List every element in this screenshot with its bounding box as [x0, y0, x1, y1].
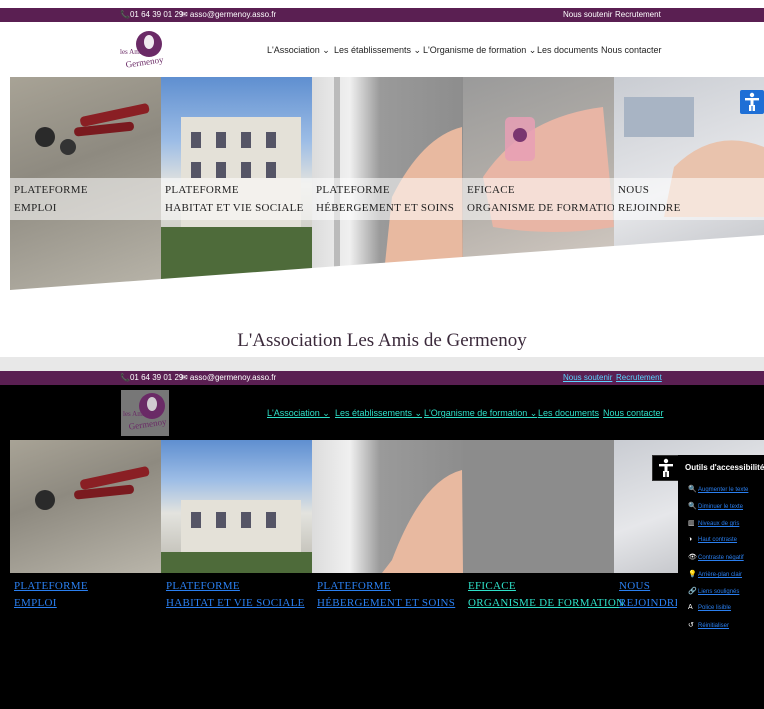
nav-etablissements[interactable]: Les établissements ⌄	[334, 45, 421, 56]
tool-decrease-text[interactable]: 🔍Diminuer le texte	[688, 502, 743, 510]
panel-line2: EMPLOI	[14, 202, 57, 214]
screenshot-divider	[0, 357, 764, 371]
panel-line1[interactable]: NOUS	[619, 580, 650, 592]
svg-text:les Amis de: les Amis de	[120, 48, 153, 56]
nav-association[interactable]: L'Association ⌄	[267, 408, 330, 419]
nav-documents[interactable]: Les documents	[537, 45, 598, 55]
accessibility-button[interactable]	[652, 455, 680, 481]
recruit-link[interactable]: Recrutement	[616, 373, 662, 382]
link-icon: 🔗	[688, 588, 697, 595]
nav-formation[interactable]: L'Organisme de formation ⌄	[424, 408, 537, 419]
accessibility-toolbar: Outils d'accessibilité 🔍Augmenter le tex…	[678, 455, 764, 641]
support-link[interactable]: Nous soutenir	[563, 373, 612, 382]
tool-negative-contrast[interactable]: 👁Contraste négatif	[688, 553, 744, 561]
top-bar: 📞01 64 39 01 29 ✉ asso@germenoy.asso.fr …	[0, 8, 764, 22]
reset-icon: ↺	[688, 622, 694, 629]
panel-line1: PLATEFORME	[165, 184, 239, 196]
panel-line1[interactable]: PLATEFORME	[14, 580, 88, 592]
panel-line1[interactable]: PLATEFORME	[166, 580, 240, 592]
panel-line1: PLATEFORME	[14, 184, 88, 196]
panel-line2: HABITAT ET VIE SOCIALE	[165, 202, 304, 214]
tool-reset[interactable]: ↺ Réinitialiser	[688, 621, 729, 629]
nav-documents[interactable]: Les documents	[538, 408, 599, 418]
tool-grayscale[interactable]: ▥ Niveaux de gris	[688, 519, 739, 527]
nav-association[interactable]: L'Association ⌄	[267, 45, 330, 56]
tool-light-background[interactable]: 💡Arrière-plan clair	[688, 570, 742, 578]
panel-line1[interactable]: EFICACE	[468, 580, 516, 592]
top-bar-contrast: 📞01 64 39 01 29 ✉ asso@germenoy.asso.fr …	[0, 371, 764, 385]
svg-text:les Amis de: les Amis de	[123, 410, 156, 418]
font-icon: A	[688, 604, 693, 611]
site-logo[interactable]: les Amis de Germenoy	[118, 28, 166, 74]
zoom-out-icon: 🔍	[688, 503, 697, 510]
nav-contact[interactable]: Nous contacter	[601, 45, 662, 55]
panel-line2: ORGANISME DE FORMATION	[467, 202, 614, 214]
email-link[interactable]: ✉ asso@germenoy.asso.fr	[181, 10, 276, 19]
panel-line2[interactable]: HÉBERGEMENT ET SOINS	[317, 597, 455, 609]
panel-line2[interactable]: EMPLOI	[14, 597, 57, 609]
panel-line2[interactable]: REJOINDRE	[619, 597, 677, 609]
accessibility-icon	[745, 92, 759, 111]
nav-etablissements[interactable]: Les établissements ⌄	[335, 408, 422, 419]
zoom-in-icon: 🔍	[688, 486, 697, 493]
tool-readable-font[interactable]: A Police lisible	[688, 604, 731, 611]
email-link[interactable]: ✉ asso@germenoy.asso.fr	[181, 373, 276, 382]
panel-eficace[interactable]	[463, 440, 614, 573]
panel-line1[interactable]: PLATEFORME	[317, 580, 391, 592]
support-link[interactable]: Nous soutenir	[563, 10, 612, 19]
accessibility-button[interactable]	[740, 90, 764, 114]
panel-hebergement[interactable]	[312, 440, 463, 573]
tool-increase-text[interactable]: 🔍Augmenter le texte	[688, 485, 748, 493]
bulb-icon: 💡	[688, 571, 697, 578]
panel-line1: PLATEFORME	[316, 184, 390, 196]
panel-line1: NOUS	[618, 184, 650, 196]
svg-text:Germenoy: Germenoy	[125, 54, 165, 69]
tool-underline-links[interactable]: 🔗Liens soulignés	[688, 587, 739, 595]
nav-formation[interactable]: L'Organisme de formation ⌄	[423, 45, 536, 56]
toolbar-title: Outils d'accessibilité	[685, 463, 764, 472]
section-title: L'Association Les Amis de Germenoy	[237, 330, 527, 351]
phone-link[interactable]: 📞01 64 39 01 29	[120, 373, 183, 382]
phone-link[interactable]: 📞01 64 39 01 29	[120, 10, 183, 19]
panel-line2[interactable]: HABITAT ET VIE SOCIALE	[166, 597, 305, 609]
nav-contact[interactable]: Nous contacter	[603, 408, 664, 418]
panel-emploi[interactable]	[10, 440, 161, 573]
svg-text:Germenoy: Germenoy	[128, 416, 168, 431]
grayscale-icon: ▥	[688, 520, 695, 527]
hero-slider-contrast	[10, 440, 764, 573]
panel-habitat[interactable]	[161, 440, 312, 573]
recruit-link[interactable]: Recrutement	[615, 10, 661, 19]
panel-line2: HÉBERGEMENT ET SOINS	[316, 202, 455, 214]
site-logo[interactable]: les Amis de Germenoy	[121, 390, 169, 436]
panel-line1: EFICACE	[467, 184, 515, 196]
panel-line2: REJOINDRE	[618, 202, 681, 214]
contrast-icon: ◑	[688, 536, 693, 543]
eye-icon: 👁	[688, 554, 697, 561]
accessibility-icon	[659, 458, 673, 477]
tool-high-contrast[interactable]: ◑ Haut contraste	[688, 536, 737, 543]
